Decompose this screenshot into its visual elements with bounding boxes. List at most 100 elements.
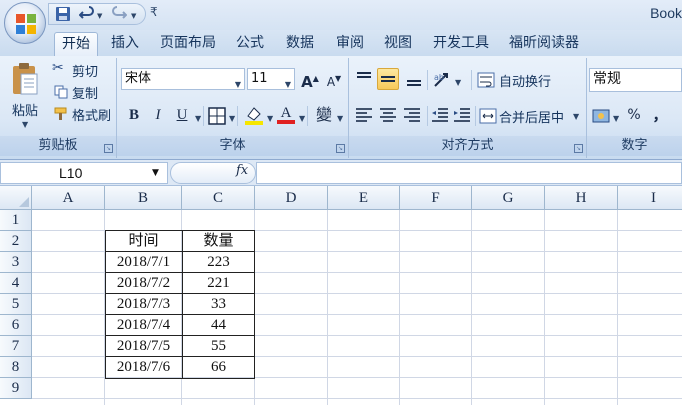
tab-review[interactable]: 审阅 <box>330 32 370 56</box>
fill-color-dropdown-icon[interactable]: ▼ <box>267 114 273 123</box>
shrink-font-button[interactable]: A▼ <box>323 68 345 90</box>
cell-b4[interactable]: 2018/7/2 <box>105 273 182 294</box>
cut-button[interactable]: ✂ 剪切 <box>52 60 112 80</box>
alignment-launcher-icon[interactable]: ↘ <box>574 144 583 153</box>
cell-c3[interactable]: 223 <box>182 252 255 273</box>
font-color-dropdown-icon[interactable]: ▼ <box>299 114 305 123</box>
font-size-select[interactable]: 11 ▼ <box>247 68 295 90</box>
align-left-icon[interactable] <box>353 104 375 126</box>
tab-insert[interactable]: 插入 <box>104 32 146 56</box>
save-icon[interactable] <box>55 6 71 22</box>
undo-dropdown-icon[interactable]: ▼ <box>97 12 102 20</box>
tab-page-layout[interactable]: 页面布局 <box>156 32 220 56</box>
font-size-dropdown-icon[interactable]: ▼ <box>285 75 291 95</box>
number-format-select[interactable]: 常规 <box>589 68 682 92</box>
row-header-8[interactable]: 8 <box>0 357 32 378</box>
column-header-a[interactable]: A <box>32 186 105 210</box>
accounting-format-icon[interactable] <box>591 106 613 126</box>
comma-style-button[interactable]: ， <box>649 104 671 126</box>
orientation-dropdown-icon[interactable]: ▼ <box>455 78 461 87</box>
cell-c5[interactable]: 33 <box>182 294 255 315</box>
row-header-4[interactable]: 4 <box>0 273 32 294</box>
merge-dropdown-icon[interactable]: ▼ <box>573 112 579 121</box>
paste-button[interactable]: 粘贴 ▼ <box>4 60 46 134</box>
row-header-6[interactable]: 6 <box>0 315 32 336</box>
align-center-icon[interactable] <box>377 104 399 126</box>
percent-style-button[interactable]: % <box>623 104 645 126</box>
select-all-corner[interactable] <box>0 186 32 210</box>
column-header-g[interactable]: G <box>472 186 545 210</box>
column-header-i[interactable]: I <box>618 186 682 210</box>
phonetic-dropdown-icon[interactable]: ▼ <box>337 114 343 123</box>
separator <box>307 106 308 126</box>
bold-button[interactable]: B <box>123 104 145 126</box>
cell-b8[interactable]: 2018/7/6 <box>105 357 182 378</box>
orientation-icon[interactable]: ab <box>431 68 453 90</box>
underline-dropdown-icon[interactable]: ▼ <box>195 114 201 123</box>
insert-function-icon[interactable]: fx <box>236 163 248 178</box>
italic-button[interactable]: I <box>147 104 169 126</box>
font-launcher-icon[interactable]: ↘ <box>336 144 345 153</box>
name-box-dropdown-icon[interactable]: ▼ <box>152 168 159 178</box>
cell-b6[interactable]: 2018/7/4 <box>105 315 182 336</box>
cell-b3[interactable]: 2018/7/1 <box>105 252 182 273</box>
cell-c7[interactable]: 55 <box>182 336 255 357</box>
decrease-indent-icon[interactable] <box>429 104 451 126</box>
font-color-button[interactable]: A <box>275 102 297 124</box>
merge-center-button[interactable]: 合并后居中 ▼ <box>479 106 583 126</box>
tab-home[interactable]: 开始 <box>54 32 98 56</box>
font-name-dropdown-icon[interactable]: ▼ <box>235 75 241 95</box>
column-header-e[interactable]: E <box>328 186 400 210</box>
font-name-select[interactable]: 宋体 ▼ <box>121 68 245 90</box>
office-button[interactable] <box>4 2 46 44</box>
formula-input[interactable] <box>256 162 682 184</box>
underline-button[interactable]: U <box>171 104 193 126</box>
align-middle-button[interactable] <box>377 68 399 90</box>
column-header-c[interactable]: C <box>182 186 255 210</box>
row-header-3[interactable]: 3 <box>0 252 32 273</box>
align-bottom-icon[interactable] <box>403 68 425 90</box>
cell-c6[interactable]: 44 <box>182 315 255 336</box>
align-top-icon[interactable] <box>353 68 375 90</box>
cell-b7[interactable]: 2018/7/5 <box>105 336 182 357</box>
font-color-letter: A <box>280 105 292 121</box>
row-header-2[interactable]: 2 <box>0 231 32 252</box>
redo-dropdown-icon[interactable]: ▼ <box>131 12 136 20</box>
cell-b2-header-time[interactable]: 时间 <box>105 231 182 252</box>
phonetic-guide-button[interactable]: 變 <box>313 104 335 126</box>
worksheet-grid[interactable]: A B C D E F G H I 1 2 3 4 5 6 7 8 9 时间 数… <box>0 186 682 405</box>
borders-dropdown-icon[interactable]: ▼ <box>229 114 235 123</box>
tab-formulas[interactable]: 公式 <box>230 32 270 56</box>
undo-icon[interactable] <box>79 6 95 22</box>
column-header-b[interactable]: B <box>105 186 182 210</box>
row-header-5[interactable]: 5 <box>0 294 32 315</box>
fill-color-icon[interactable] <box>243 104 265 126</box>
format-painter-button[interactable]: 格式刷 <box>52 104 116 124</box>
customize-qat-icon[interactable]: ₹ <box>150 5 158 19</box>
borders-icon[interactable] <box>207 106 227 126</box>
column-header-h[interactable]: H <box>545 186 618 210</box>
paste-dropdown-icon[interactable]: ▼ <box>22 120 28 129</box>
cell-c2-header-quantity[interactable]: 数量 <box>182 231 255 252</box>
clipboard-launcher-icon[interactable]: ↘ <box>104 144 113 153</box>
tab-foxit-reader[interactable]: 福昕阅读器 <box>504 32 584 56</box>
column-header-d[interactable]: D <box>255 186 328 210</box>
cell-b5[interactable]: 2018/7/3 <box>105 294 182 315</box>
tab-developer[interactable]: 开发工具 <box>428 32 494 56</box>
row-header-9[interactable]: 9 <box>0 378 32 399</box>
redo-icon[interactable] <box>111 6 127 22</box>
align-right-icon[interactable] <box>401 104 423 126</box>
copy-button[interactable]: 复制 <box>52 82 112 102</box>
cell-c8[interactable]: 66 <box>182 357 255 378</box>
wrap-text-button[interactable]: 自动换行 <box>477 70 577 90</box>
grow-font-button[interactable]: A▲ <box>299 68 321 91</box>
row-header-1[interactable]: 1 <box>0 210 32 231</box>
name-box[interactable]: L10 <box>0 162 168 184</box>
column-header-f[interactable]: F <box>400 186 472 210</box>
tab-view[interactable]: 视图 <box>378 32 418 56</box>
increase-indent-icon[interactable] <box>451 104 473 126</box>
cell-c4[interactable]: 221 <box>182 273 255 294</box>
tab-data[interactable]: 数据 <box>280 32 320 56</box>
row-header-7[interactable]: 7 <box>0 336 32 357</box>
accounting-dropdown-icon[interactable]: ▼ <box>613 114 619 123</box>
